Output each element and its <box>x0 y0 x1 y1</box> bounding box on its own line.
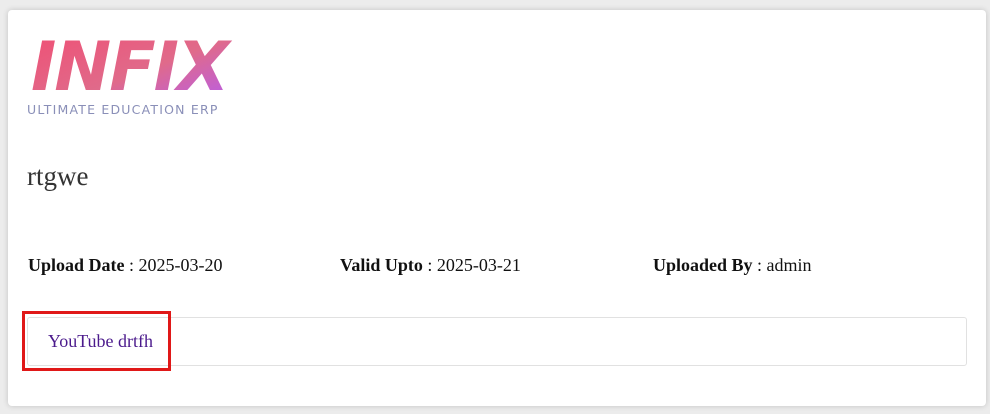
valid-upto-label: Valid Upto <box>340 255 423 275</box>
logo-tagline: ULTIMATE EDUCATION ERP <box>27 102 219 117</box>
upload-date-value: : 2025-03-20 <box>124 255 223 275</box>
upload-date-label: Upload Date <box>28 255 125 275</box>
upload-date: Upload Date : 2025-03-20 <box>28 255 223 276</box>
content-link-box: YouTube drtfh <box>27 317 967 366</box>
page-title: rtgwe <box>27 161 89 191</box>
logo-wordmark: INFIX <box>31 28 233 107</box>
content-card: INFIX ULTIMATE EDUCATION ERP rtgwe Uploa… <box>8 10 986 406</box>
valid-upto: Valid Upto : 2025-03-21 <box>340 255 521 276</box>
valid-upto-value: : 2025-03-21 <box>422 255 521 275</box>
uploaded-by: Uploaded By : admin <box>653 255 812 276</box>
youtube-link[interactable]: YouTube drtfh <box>48 331 153 352</box>
uploaded-by-label: Uploaded By <box>653 255 753 275</box>
uploaded-by-value: : admin <box>752 255 812 275</box>
